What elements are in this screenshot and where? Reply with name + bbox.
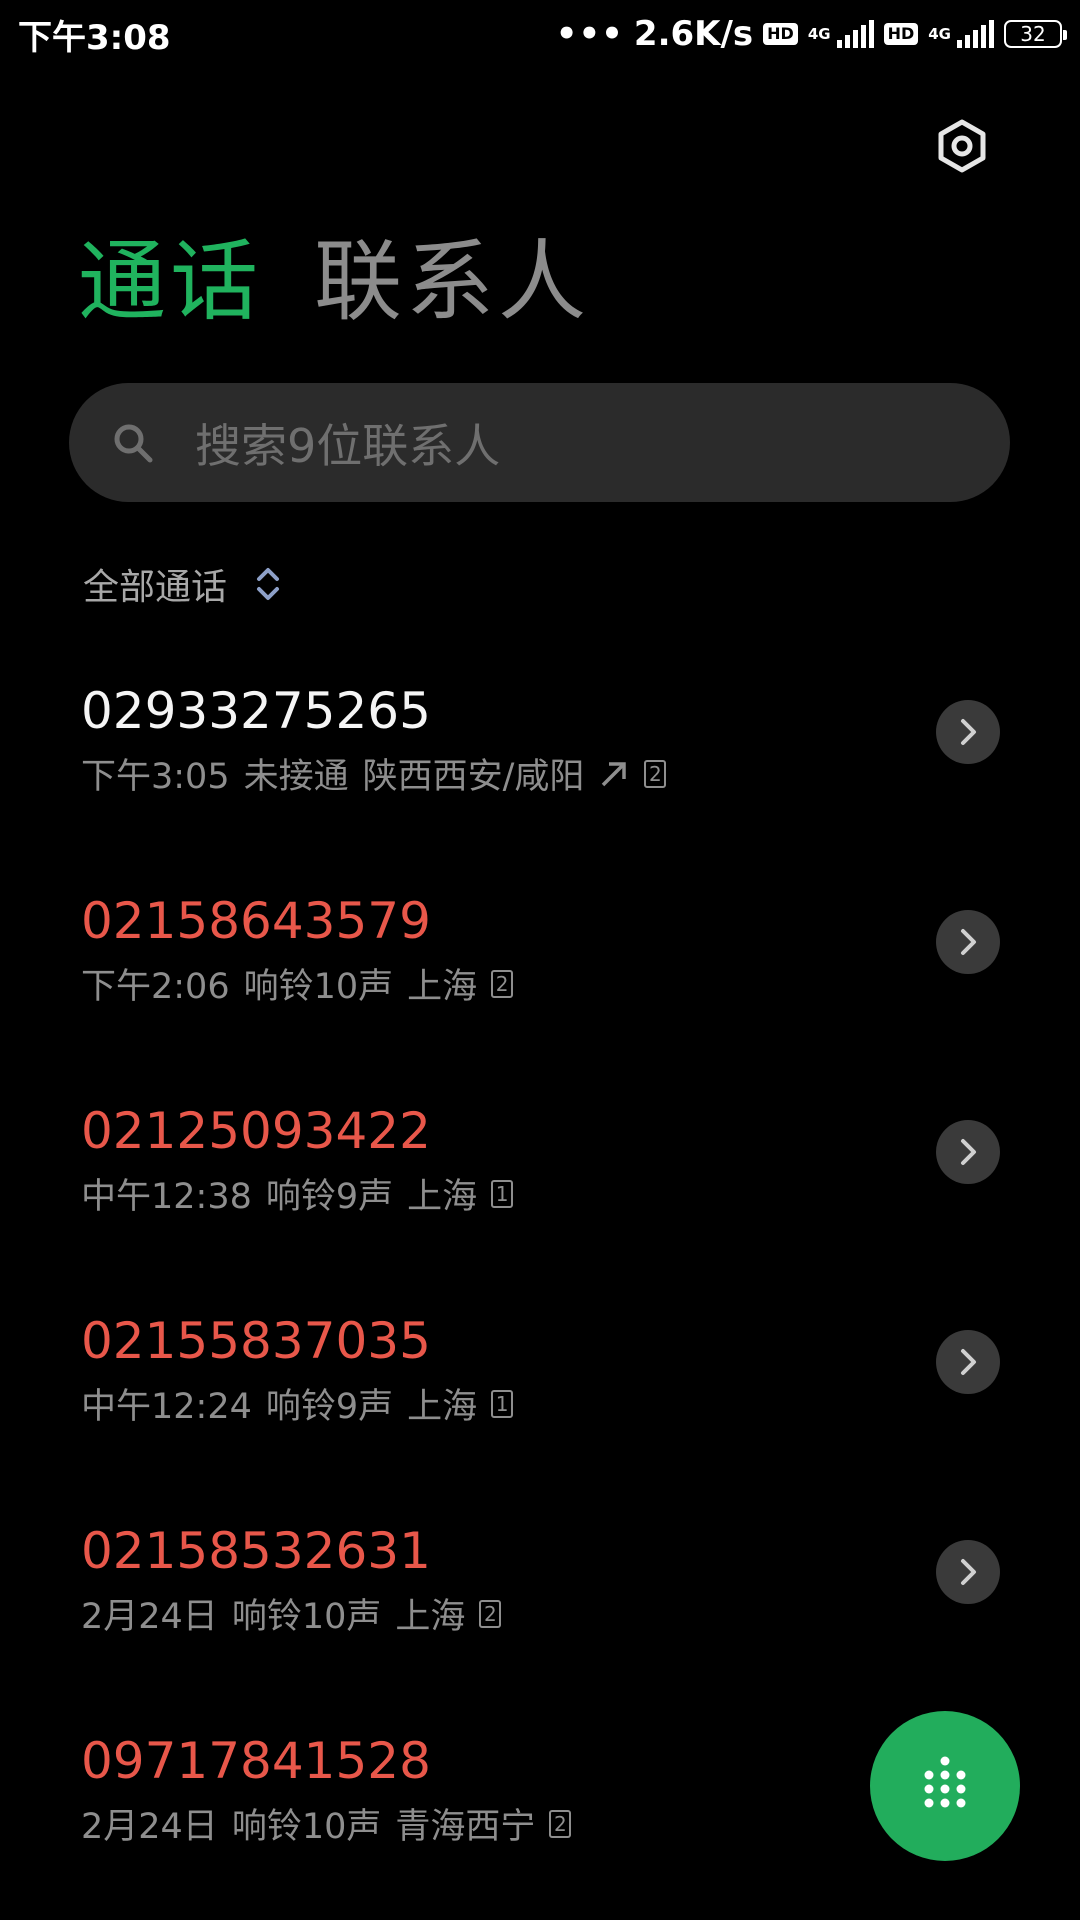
call-status: 响铃10声	[231, 1807, 382, 1847]
call-status: 响铃9声	[265, 1387, 394, 1427]
hd-icon: HD	[883, 23, 919, 45]
hd-icon: HD	[763, 23, 798, 45]
call-status: 响铃10声	[231, 1597, 382, 1637]
search-input[interactable]: 搜索9位联系人	[195, 410, 500, 476]
settings-button[interactable]	[932, 116, 992, 176]
filter-label: 全部通话	[83, 567, 228, 608]
call-time: 中午12:24	[81, 1387, 252, 1427]
battery-level: 32	[1020, 22, 1046, 46]
call-number: 02125093422	[81, 1102, 431, 1160]
call-log-item[interactable]: 02158643579 下午2:06 响铃10声 上海 2	[0, 888, 1080, 1098]
call-location: 上海	[395, 1597, 466, 1637]
call-number: 02158532631	[81, 1522, 431, 1580]
outgoing-arrow-icon	[602, 761, 627, 786]
network-type-icon: 4G	[807, 24, 831, 43]
tab-bar: 通话 联系人	[78, 232, 590, 332]
network-type-icon: 4G	[928, 24, 951, 43]
sim-badge: 2	[644, 759, 667, 788]
status-bar: 下午3:08 ••• 2.6K/s HD 4G HD 4G 32	[0, 0, 1080, 68]
call-status: 响铃9声	[265, 1177, 394, 1217]
call-location: 上海	[407, 1387, 478, 1427]
call-detail-button[interactable]	[936, 910, 1000, 974]
sim-badge: 1	[491, 1389, 514, 1418]
search-bar[interactable]: 搜索9位联系人	[69, 383, 1010, 502]
call-log-item[interactable]: 02155837035 中午12:24 响铃9声 上海 1	[0, 1308, 1080, 1518]
call-location: 上海	[407, 1177, 478, 1217]
sim-badge: 1	[491, 1179, 514, 1208]
call-meta: 下午3:05 未接通 陕西西安/咸阳 2	[81, 748, 667, 799]
call-time: 2月24日	[81, 1807, 218, 1847]
call-number: 09717841528	[81, 1732, 431, 1790]
call-location: 青海西宁	[395, 1807, 536, 1847]
sim-badge: 2	[549, 1809, 572, 1838]
call-time: 下午2:06	[81, 967, 230, 1007]
signal-icon	[957, 20, 994, 48]
notification-dots: •••	[555, 14, 624, 54]
call-location: 陕西西安/咸阳	[362, 757, 585, 797]
battery-icon: 32	[1004, 20, 1067, 48]
call-filter-dropdown[interactable]: 全部通话	[83, 558, 281, 610]
call-log-item[interactable]: 02158532631 2月24日 响铃10声 上海 2	[0, 1518, 1080, 1728]
sim-badge: 2	[491, 969, 514, 998]
dialpad-button[interactable]	[870, 1711, 1020, 1861]
call-detail-button[interactable]	[936, 700, 1000, 764]
network-type-label: 4G	[807, 24, 831, 43]
chevron-right-icon	[961, 719, 976, 745]
call-time: 下午3:05	[81, 757, 230, 797]
call-number: 02155837035	[81, 1312, 431, 1370]
chevron-right-icon	[961, 1349, 976, 1375]
dialpad-icon	[924, 1756, 966, 1808]
net-speed: 2.6K/s	[633, 14, 754, 54]
call-meta: 下午2:06 响铃10声 上海 2	[81, 958, 514, 1009]
status-time: 下午3:08	[18, 17, 171, 58]
call-meta: 2月24日 响铃10声 青海西宁 2	[81, 1798, 572, 1849]
signal-icon	[836, 20, 874, 48]
sort-updown-icon	[257, 568, 280, 600]
call-time: 中午12:38	[81, 1177, 252, 1217]
call-log-screen: 下午3:08 ••• 2.6K/s HD 4G HD 4G 32 通话 联系人 …	[0, 0, 1080, 1920]
call-log-item[interactable]: 02125093422 中午12:38 响铃9声 上海 1	[0, 1098, 1080, 1308]
settings-hexagon-icon	[938, 119, 986, 173]
call-detail-button[interactable]	[936, 1330, 1000, 1394]
call-meta: 2月24日 响铃10声 上海 2	[81, 1588, 502, 1639]
call-meta: 中午12:38 响铃9声 上海 1	[81, 1168, 514, 1219]
call-number: 02933275265	[81, 682, 431, 740]
chevron-right-icon	[961, 1139, 976, 1165]
call-number: 02158643579	[81, 892, 431, 950]
tab-calls[interactable]: 通话	[78, 232, 262, 332]
call-meta: 中午12:24 响铃9声 上海 1	[81, 1378, 514, 1429]
sim-badge: 2	[479, 1599, 502, 1628]
call-detail-button[interactable]	[936, 1540, 1000, 1604]
call-time: 2月24日	[81, 1597, 218, 1637]
tab-contacts[interactable]: 联系人	[314, 232, 590, 332]
chevron-right-icon	[961, 1559, 976, 1585]
status-icons: ••• 2.6K/s HD 4G HD 4G 32	[555, 14, 1067, 54]
call-log-item[interactable]: 02933275265 下午3:05 未接通 陕西西安/咸阳 2	[0, 678, 1080, 888]
call-status: 响铃10声	[243, 967, 394, 1007]
call-detail-button[interactable]	[936, 1120, 1000, 1184]
chevron-right-icon	[961, 929, 976, 955]
call-location: 上海	[407, 967, 478, 1007]
network-type-label: 4G	[928, 24, 951, 43]
call-status: 未接通	[243, 757, 349, 797]
search-icon	[109, 419, 157, 467]
